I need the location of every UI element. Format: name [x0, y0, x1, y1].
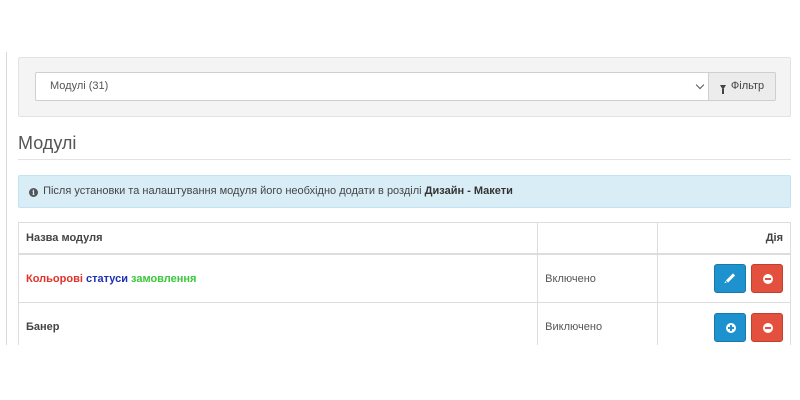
module-name-cell: Банер [17, 302, 539, 345]
left-divider [6, 52, 7, 345]
chevron-down-icon [695, 80, 705, 90]
module-type-select[interactable]: Модулі (31) [35, 72, 709, 101]
uninstall-button[interactable] [751, 312, 783, 342]
module-type-select-value: Модулі (31) [50, 80, 109, 92]
title-divider [18, 159, 791, 160]
edit-button[interactable] [713, 264, 746, 294]
module-status: Включено [537, 253, 659, 304]
pencil-icon [725, 273, 736, 284]
minus-circle-icon [763, 274, 773, 285]
filter-button-label: Фільтр [730, 80, 765, 92]
column-header-status [537, 222, 659, 256]
plus-circle-icon [725, 322, 736, 333]
module-name-part: замовлення [131, 272, 197, 285]
module-name-part: статуси [85, 272, 128, 285]
table-header-row: Назва модуля Дія [17, 222, 791, 256]
modules-table: Назва модуля Дія Кольорові статуси замов… [17, 222, 791, 345]
info-circle-icon: i [29, 188, 38, 197]
column-header-name: Назва модуля [17, 222, 539, 256]
module-name-cell: Кольорові статуси замовлення [17, 253, 539, 304]
module-status: Виключено [537, 302, 659, 345]
module-name: Банер [26, 321, 60, 334]
module-actions [657, 253, 791, 304]
table-row: Банер Виключено [17, 302, 791, 345]
info-alert-link: Дизайн - Макети [424, 185, 513, 197]
funnel-icon [719, 85, 726, 94]
minus-circle-icon [763, 322, 773, 333]
filter-panel: Модулі (31) Фільтр [18, 57, 791, 117]
info-alert-text: Після установки та налаштування модуля й… [43, 185, 422, 197]
module-actions [657, 302, 791, 345]
install-button[interactable] [713, 312, 746, 342]
module-name-part: Кольорові [26, 272, 83, 285]
uninstall-button[interactable] [751, 264, 783, 294]
column-header-action: Дія [657, 222, 791, 256]
page-frame: Модулі (31) Фільтр Модулі i Після устано… [0, 0, 800, 345]
info-alert: i Після установки та налаштування модуля… [18, 175, 791, 208]
table-row: Кольорові статуси замовлення Включено [17, 253, 791, 304]
filter-button[interactable]: Фільтр [708, 72, 776, 101]
page-title: Модулі [18, 133, 77, 153]
